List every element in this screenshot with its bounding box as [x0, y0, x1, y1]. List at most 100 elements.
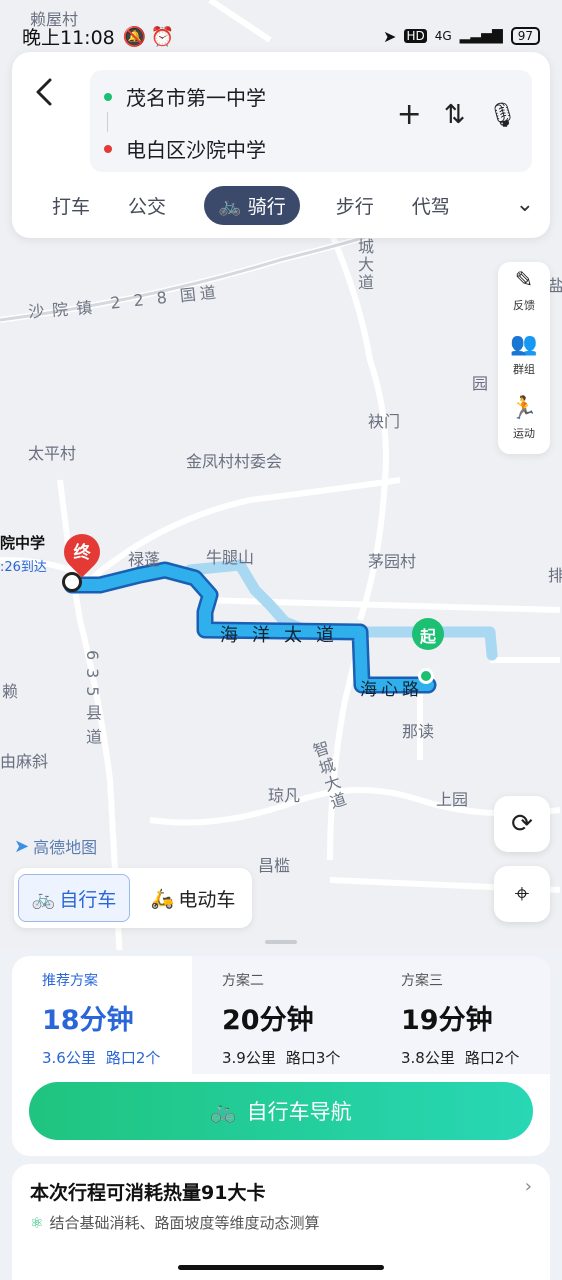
network-type: 4G: [434, 29, 452, 43]
plan-three[interactable]: 方案三 19分钟 3.8公里 路口2个: [401, 956, 550, 1074]
map-label: 赖: [2, 682, 19, 701]
group-label: 群组: [513, 363, 535, 376]
start-marker: [418, 668, 434, 684]
map-label: 禄蓬: [128, 550, 161, 569]
ebike-option-label: 电动车: [178, 888, 236, 911]
route-actions: + ⇅ 🎙: [397, 100, 518, 130]
group-button[interactable]: 👥 群组: [498, 332, 550, 377]
road-label-g228-prefix: 沙院镇: [27, 297, 101, 322]
road-label-haiyang: 海洋太道: [220, 625, 348, 646]
end-eta: :26到达: [0, 560, 47, 575]
chevron-down-icon[interactable]: ⌄: [516, 192, 534, 217]
amap-logo-icon: ➤: [14, 835, 30, 857]
battery-indicator: 97: [510, 27, 540, 45]
end-dot-icon: [104, 144, 112, 153]
microphone-icon[interactable]: 🎙: [488, 103, 518, 127]
tab-walk[interactable]: 步行: [336, 192, 374, 219]
map-label: 那读: [402, 722, 435, 741]
start-dot-icon: [104, 92, 112, 101]
tab-bus[interactable]: 公交: [128, 192, 166, 219]
start-navigation-button[interactable]: 🚲 自行车导航: [29, 1082, 533, 1140]
calorie-subtitle: ⚛ 结合基础消耗、路面坡度等维度动态测算: [30, 1212, 319, 1233]
start-location: 茂名市第一中学: [126, 86, 266, 110]
road-label-x635: 635县道: [83, 650, 102, 753]
back-button[interactable]: [30, 72, 60, 112]
start-field[interactable]: 茂名市第一中学: [104, 82, 266, 111]
plan-recommended[interactable]: 推荐方案 18分钟 3.6公里 路口2个: [12, 956, 192, 1074]
map-tools: ✎ 反馈 👥 群组 🏃 运动: [498, 262, 550, 454]
plan-distance: 3.6公里: [42, 1049, 96, 1067]
plan-two[interactable]: 方案二 20分钟 3.9公里 路口3个: [222, 956, 392, 1074]
group-icon: 👥: [510, 332, 538, 357]
road-label-chengda: 城大道: [355, 238, 374, 292]
mute-icon: 🔕: [122, 25, 147, 48]
plan-name: 方案二: [222, 973, 264, 989]
scooter-icon: 🛵: [150, 887, 175, 910]
home-indicator[interactable]: [178, 1265, 384, 1270]
atom-icon: ⚛: [30, 1213, 44, 1232]
sport-label: 运动: [513, 427, 535, 440]
bicycle-icon: 🚲: [31, 887, 56, 910]
calorie-title: 本次行程可消耗热量91大卡: [30, 1182, 266, 1204]
locate-button[interactable]: ⌖: [494, 866, 550, 922]
route-input-box: 茂名市第一中学 电白区沙院中学 + ⇅ 🎙: [90, 70, 532, 172]
tab-cycling-label: 骑行: [247, 195, 286, 218]
tab-taxi[interactable]: 打车: [52, 192, 90, 219]
sport-icon: 🏃: [510, 396, 538, 421]
calorie-card[interactable]: 本次行程可消耗热量91大卡 › ⚛ 结合基础消耗、路面坡度等维度动态测算: [12, 1164, 550, 1280]
chevron-right-icon[interactable]: ›: [525, 1176, 532, 1197]
bicycle-icon: 🚲: [210, 1098, 237, 1123]
feedback-button[interactable]: ✎ 反馈: [498, 268, 550, 313]
bottom-panel: 推荐方案 18分钟 3.6公里 路口2个 方案二 20分钟 3.9公里 路口3个 方…: [0, 950, 562, 1280]
amap-logo-text: 高德地图: [33, 838, 98, 857]
end-field[interactable]: 电白区沙院中学: [104, 134, 266, 163]
map-label: 袂门: [368, 412, 401, 431]
map-label: 茅园村: [368, 552, 417, 571]
road-label-haixin: 海心路: [360, 680, 423, 700]
plan-distance: 3.8公里: [401, 1049, 455, 1067]
add-waypoint-icon[interactable]: +: [397, 100, 422, 130]
start-pin-label: 起: [419, 627, 436, 646]
drag-handle[interactable]: [265, 940, 297, 944]
tab-designated-driver[interactable]: 代驾: [412, 192, 450, 219]
plan-time: 20分钟: [222, 1005, 314, 1036]
map-label: 排: [548, 566, 562, 585]
status-time: 晚上11:08: [22, 26, 115, 49]
bicycle-icon: 🚲: [218, 194, 242, 217]
end-pin-label: 终: [73, 543, 91, 563]
amap-logo: ➤ 高德地图: [14, 834, 97, 858]
plan-name: 方案三: [401, 973, 443, 989]
map-label: 园: [472, 374, 489, 393]
plan-name: 推荐方案: [42, 973, 98, 989]
map-label: 琼凡: [268, 786, 301, 805]
location-icon: ➤: [383, 26, 397, 46]
feedback-label: 反馈: [513, 299, 535, 312]
map-label: 由麻斜: [0, 752, 49, 771]
bike-option-label: 自行车: [59, 888, 117, 911]
map-label: 太平村: [28, 444, 77, 463]
pencil-icon: ✎: [514, 268, 534, 293]
end-marker: [62, 572, 82, 592]
plan-distance: 3.9公里: [222, 1049, 276, 1067]
tab-cycling[interactable]: 🚲 骑行: [204, 185, 300, 225]
vehicle-toggle: 🚲 自行车 🛵 电动车: [14, 868, 252, 928]
route-divider: [107, 112, 108, 132]
refresh-route-button[interactable]: ⟳: [494, 796, 550, 852]
map-label: 上园: [436, 790, 469, 809]
plan-junctions: 路口2个: [464, 1049, 520, 1067]
ebike-option[interactable]: 🛵 电动车: [138, 874, 248, 922]
chevron-left-icon: [36, 78, 52, 106]
map-label: 金凤村村委会: [186, 452, 283, 471]
refresh-icon: ⟳: [511, 809, 533, 839]
status-bar: 晚上11:08 🔕 ⏰ ➤ HD 4G ▂▃▅▇ 97: [0, 20, 562, 52]
bike-option[interactable]: 🚲 自行车: [18, 874, 130, 922]
sport-button[interactable]: 🏃 运动: [498, 396, 550, 441]
swap-icon[interactable]: ⇅: [444, 102, 466, 128]
map-label: 牛腿山: [206, 548, 255, 567]
alarm-icon: ⏰: [150, 25, 175, 48]
plan-meta: 3.9公里 路口3个: [222, 1047, 392, 1068]
plan-time: 18分钟: [42, 1005, 134, 1036]
plan-time: 19分钟: [401, 1005, 493, 1036]
route-search-card: 茂名市第一中学 电白区沙院中学 + ⇅ 🎙 打车 公交 🚲 骑行 步行 代驾 ⌄: [12, 52, 550, 238]
route-plans: 推荐方案 18分钟 3.6公里 路口2个 方案二 20分钟 3.9公里 路口3个 方…: [12, 956, 550, 1156]
